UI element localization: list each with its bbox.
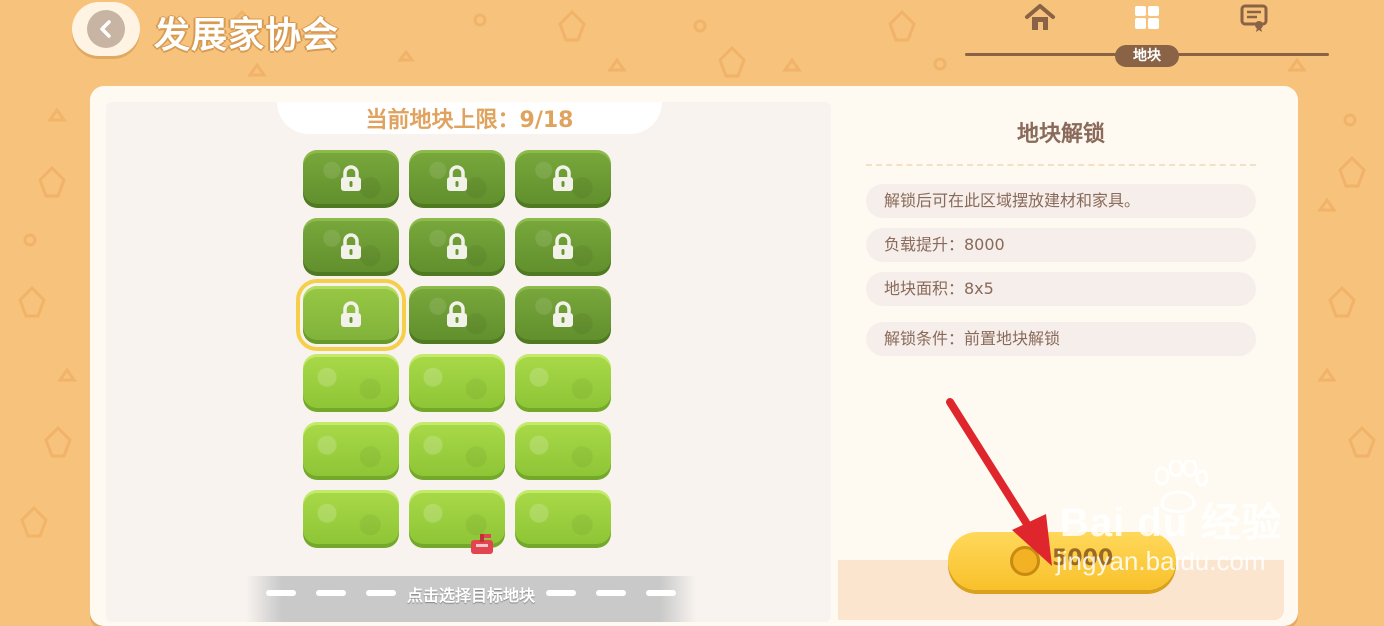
- plot-tile[interactable]: [303, 422, 399, 480]
- top-nav-tabs: 地块: [965, 0, 1329, 70]
- lock-icon: [553, 301, 573, 327]
- lock-icon: [447, 165, 467, 191]
- plot-capacity-label: 当前地块上限：9/18: [277, 102, 662, 134]
- plot-grid-icon[interactable]: [1130, 2, 1164, 34]
- unlock-condition: 解锁条件：前置地块解锁: [866, 322, 1256, 356]
- back-arrow-icon: [87, 10, 125, 48]
- plot-tile[interactable]: [409, 354, 505, 412]
- plot-tile[interactable]: [296, 279, 406, 351]
- unlock-plot-button[interactable]: 5000: [948, 532, 1176, 590]
- plot-map-area: 当前地块上限：9/18 点击选择目标地块: [106, 102, 831, 622]
- plot-tile[interactable]: [303, 354, 399, 412]
- lock-icon: [447, 233, 467, 259]
- lock-icon: [341, 165, 361, 191]
- plot-tile[interactable]: [409, 218, 505, 276]
- select-plot-hint: 点击选择目标地块: [406, 586, 535, 605]
- plot-tile[interactable]: [515, 354, 611, 412]
- plot-detail-panel: 地块解锁 解锁后可在此区域摆放建材和家具。 负载提升：8000 地块面积：8x5…: [838, 100, 1284, 620]
- house-icon[interactable]: [1023, 2, 1057, 34]
- lock-icon: [553, 165, 573, 191]
- plot-tile[interactable]: [515, 422, 611, 480]
- load-increase: 负载提升：8000: [866, 228, 1256, 262]
- plot-tile[interactable]: [303, 490, 399, 548]
- page-title: 发展家协会: [154, 15, 340, 56]
- detail-title: 地块解锁: [1016, 122, 1105, 147]
- lock-icon: [341, 233, 361, 259]
- lock-icon: [447, 301, 467, 327]
- lock-icon: [553, 233, 573, 259]
- plot-tile[interactable]: [515, 490, 611, 548]
- plot-tile[interactable]: [409, 286, 505, 344]
- unlock-price: 5000: [1052, 546, 1114, 571]
- plot-description: 解锁后可在此区域摆放建材和家具。: [866, 184, 1256, 218]
- coin-icon: [1010, 546, 1040, 576]
- plot-tile[interactable]: [303, 218, 399, 276]
- mailbox-icon: [471, 534, 493, 554]
- plot-tile[interactable]: [515, 218, 611, 276]
- plot-tile[interactable]: [409, 422, 505, 480]
- tab-plots-active-label: 地块: [1115, 45, 1179, 67]
- main-panel: 当前地块上限：9/18 点击选择目标地块 地块解锁 解锁后可在此区域摆放建材和家…: [90, 86, 1298, 626]
- plot-area: 地块面积：8x5: [866, 272, 1256, 306]
- lock-icon: [341, 301, 361, 327]
- plot-tile[interactable]: [303, 150, 399, 208]
- divider: [866, 164, 1256, 166]
- back-button[interactable]: [72, 2, 140, 56]
- plot-tile[interactable]: [515, 286, 611, 344]
- plot-tile[interactable]: [409, 150, 505, 208]
- plot-tile[interactable]: [515, 150, 611, 208]
- certificate-icon[interactable]: [1237, 2, 1271, 34]
